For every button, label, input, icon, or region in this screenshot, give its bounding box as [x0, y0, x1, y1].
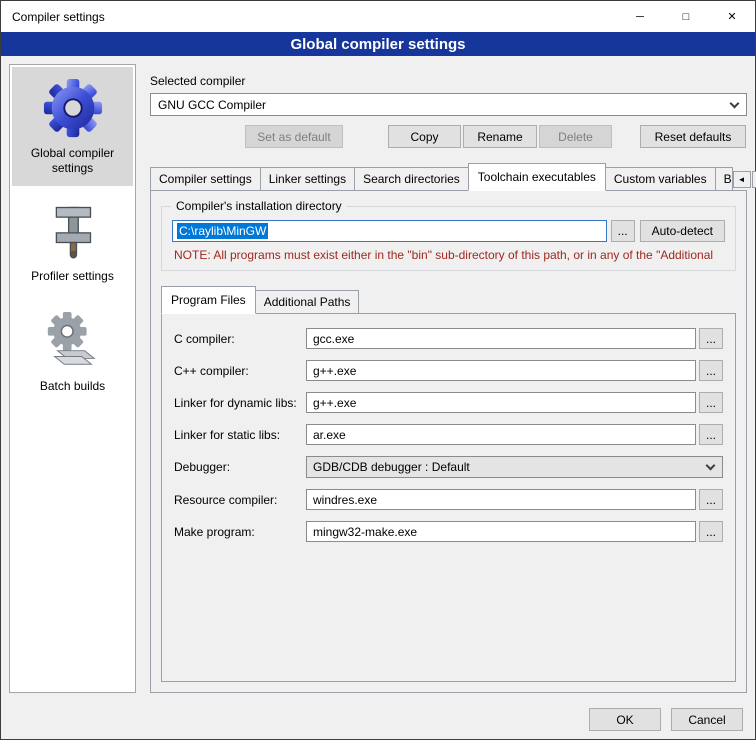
delete-button[interactable]: Delete [539, 125, 612, 148]
maximize-button[interactable]: □ [663, 1, 709, 32]
static-linker-input[interactable]: ar.exe [306, 424, 696, 445]
tab-compiler-settings[interactable]: Compiler settings [150, 167, 261, 191]
tab-scroll-left-icon[interactable]: ◄ [733, 171, 751, 188]
selected-compiler-combobox[interactable]: GNU GCC Compiler [150, 93, 747, 116]
field-row: Linker for dynamic libs: g++.exe ... [174, 392, 723, 413]
static-linker-label: Linker for static libs: [174, 428, 306, 442]
set-as-default-button[interactable]: Set as default [245, 125, 343, 148]
tab-linker-settings[interactable]: Linker settings [260, 167, 355, 191]
tab-custom-variables[interactable]: Custom variables [605, 167, 716, 191]
tab-build-options[interactable]: Buil [715, 167, 733, 191]
cpp-compiler-label: C++ compiler: [174, 364, 306, 378]
debugger-value: GDB/CDB debugger : Default [313, 460, 470, 474]
c-compiler-input[interactable]: gcc.exe [306, 328, 696, 349]
auto-detect-button[interactable]: Auto-detect [640, 220, 725, 242]
field-row: Make program: mingw32-make.exe ... [174, 521, 723, 542]
browse-static-linker-button[interactable]: ... [699, 424, 723, 445]
browse-make-program-button[interactable]: ... [699, 521, 723, 542]
settings-tabstrip: Compiler settings Linker settings Search… [150, 163, 747, 191]
selected-compiler-value: GNU GCC Compiler [158, 98, 266, 112]
sidebar-item-profiler-settings[interactable]: Profiler settings [12, 192, 133, 294]
dialog-footer: OK Cancel [1, 701, 755, 739]
sidebar-item-label: Profiler settings [31, 269, 114, 284]
compiler-settings-window: Compiler settings ─ □ ✕ Global compiler … [0, 0, 756, 740]
programs-tabstrip: Program Files Additional Paths [161, 286, 746, 314]
make-program-label: Make program: [174, 525, 306, 539]
category-sidebar: Global compiler settings Profiler settin… [9, 64, 136, 693]
window-title: Compiler settings [1, 10, 105, 24]
dialog-header: Global compiler settings [1, 32, 755, 56]
blue-gear-icon [42, 77, 104, 139]
tab-scroll-arrows: ◄ ► [732, 171, 756, 191]
field-row: C++ compiler: g++.exe ... [174, 360, 723, 381]
sidebar-item-label: Batch builds [40, 379, 105, 394]
browse-directory-button[interactable]: ... [611, 220, 635, 242]
sidebar-item-global-compiler-settings[interactable]: Global compiler settings [12, 67, 133, 186]
minimize-button[interactable]: ─ [617, 1, 663, 32]
sidebar-item-batch-builds[interactable]: Batch builds [12, 300, 133, 404]
tab-program-files[interactable]: Program Files [161, 286, 256, 314]
installation-directory-groupbox: Compiler's installation directory C:\ray… [161, 206, 736, 271]
browse-dynamic-linker-button[interactable]: ... [699, 392, 723, 413]
profiler-tool-icon [45, 202, 101, 262]
browse-c-compiler-button[interactable]: ... [699, 328, 723, 349]
tab-scroll-right-icon[interactable]: ► [752, 171, 756, 188]
chevron-down-icon [698, 457, 722, 477]
note-text: NOTE: All programs must exist either in … [174, 248, 725, 262]
browse-cpp-compiler-button[interactable]: ... [699, 360, 723, 381]
compiler-action-buttons: Set as default Copy Rename Delete Reset … [150, 125, 747, 148]
cancel-button[interactable]: Cancel [671, 708, 743, 731]
debugger-select[interactable]: GDB/CDB debugger : Default [306, 456, 723, 478]
field-row: Resource compiler: windres.exe ... [174, 489, 723, 510]
titlebar: Compiler settings ─ □ ✕ [1, 1, 755, 32]
selected-compiler-label: Selected compiler [150, 74, 747, 88]
window-controls: ─ □ ✕ [617, 1, 755, 32]
close-icon: ✕ [727, 10, 736, 23]
field-row: Linker for static libs: ar.exe ... [174, 424, 723, 445]
batch-gear-stack-icon [42, 310, 104, 372]
installation-directory-input[interactable]: C:\raylib\MinGW [172, 220, 607, 242]
installation-directory-row: C:\raylib\MinGW ... Auto-detect [172, 220, 725, 242]
dialog-body: Global compiler settings Profiler settin… [1, 56, 755, 701]
reset-defaults-button[interactable]: Reset defaults [640, 125, 746, 148]
copy-button[interactable]: Copy [388, 125, 461, 148]
close-button[interactable]: ✕ [709, 1, 755, 32]
field-row: Debugger: GDB/CDB debugger : Default [174, 456, 723, 478]
ok-button[interactable]: OK [589, 708, 661, 731]
toolchain-executables-panel: Compiler's installation directory C:\ray… [150, 190, 747, 693]
debugger-label: Debugger: [174, 460, 306, 474]
chevron-down-icon [722, 94, 746, 115]
dynamic-linker-label: Linker for dynamic libs: [174, 396, 306, 410]
dynamic-linker-input[interactable]: g++.exe [306, 392, 696, 413]
make-program-input[interactable]: mingw32-make.exe [306, 521, 696, 542]
maximize-icon: □ [683, 11, 690, 23]
browse-resource-compiler-button[interactable]: ... [699, 489, 723, 510]
c-compiler-label: C compiler: [174, 332, 306, 346]
groupbox-title: Compiler's installation directory [171, 199, 347, 213]
sidebar-item-label: Global compiler settings [16, 146, 129, 176]
rename-button[interactable]: Rename [463, 125, 537, 148]
selected-path-text: C:\raylib\MinGW [177, 223, 268, 239]
main-panel: Selected compiler GNU GCC Compiler Set a… [136, 64, 747, 693]
cpp-compiler-input[interactable]: g++.exe [306, 360, 696, 381]
program-files-panel: C compiler: gcc.exe ... C++ compiler: g+… [161, 313, 736, 682]
tab-search-directories[interactable]: Search directories [354, 167, 469, 191]
tab-toolchain-executables[interactable]: Toolchain executables [468, 163, 606, 191]
field-row: C compiler: gcc.exe ... [174, 328, 723, 349]
minimize-icon: ─ [636, 11, 644, 23]
resource-compiler-label: Resource compiler: [174, 493, 306, 507]
resource-compiler-input[interactable]: windres.exe [306, 489, 696, 510]
tab-additional-paths[interactable]: Additional Paths [255, 290, 360, 314]
